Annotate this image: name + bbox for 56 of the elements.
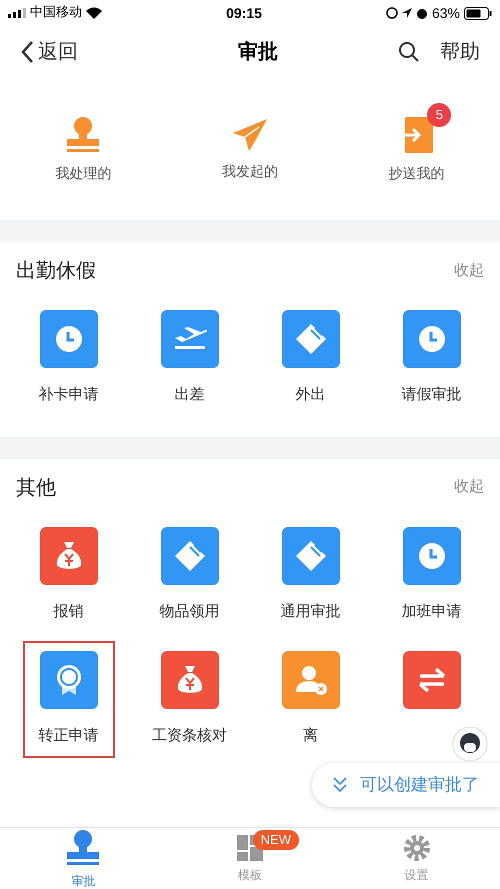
help-button[interactable]: 帮助 [440, 37, 480, 67]
page-title: 审批 [238, 40, 278, 65]
app-tile[interactable] [40, 526, 98, 584]
app-tile[interactable] [160, 651, 218, 709]
signal-icon [8, 8, 26, 18]
tile-label: 补卡申请 [38, 385, 98, 405]
clock-icon [416, 324, 446, 354]
quick-entry[interactable]: 我发起的 [222, 116, 278, 182]
app-tile[interactable] [402, 651, 460, 709]
tile-label: 外出 [296, 385, 326, 405]
paper-plane-icon [230, 116, 269, 152]
quick-entry[interactable]: 我处理的 [55, 114, 112, 184]
clock-time: 09:15 [226, 4, 262, 22]
app-tile[interactable] [402, 310, 460, 368]
section-title: 出勤休假 [16, 259, 96, 284]
tile-label: 离 [303, 726, 318, 746]
wifi-icon [86, 7, 102, 19]
app-tile[interactable] [40, 651, 98, 709]
tag-icon [294, 322, 328, 356]
tile-label: 请假审批 [402, 385, 462, 405]
settings-icon [402, 834, 431, 862]
new-badge: NEW [252, 830, 299, 850]
clock-icon [416, 540, 446, 570]
back-button[interactable]: 返回 [20, 37, 78, 67]
search-icon[interactable] [398, 41, 420, 63]
tile-label: 转正申请 [38, 726, 98, 746]
clock-icon [54, 324, 84, 354]
collapse-link[interactable]: 收起 [454, 476, 484, 499]
tile-label: 工资条核对 [152, 726, 227, 746]
double-chevron-down-icon [332, 776, 348, 794]
carrier-name: 中国移动 [30, 4, 82, 22]
customer-service-icon[interactable] [452, 726, 488, 762]
app-tile[interactable] [40, 310, 98, 368]
count-badge: 5 [427, 102, 452, 126]
toast-text: 可以创建审批了 [360, 774, 479, 796]
tile-label: 加班申请 [402, 602, 462, 622]
tile-label: 物品领用 [160, 602, 220, 622]
app-tile[interactable] [160, 526, 218, 584]
app-tile[interactable] [402, 526, 460, 584]
tile-label: 报销 [54, 602, 84, 622]
tag-icon [172, 538, 206, 572]
app-tile[interactable] [282, 526, 340, 584]
app-tile[interactable] [160, 310, 218, 368]
app-tile[interactable] [282, 310, 340, 368]
tile-label: 出差 [174, 385, 204, 405]
person-remove-icon [294, 664, 328, 696]
app-tile[interactable] [282, 651, 340, 709]
battery-icon [464, 6, 492, 20]
collapse-link[interactable]: 收起 [454, 260, 484, 282]
back-chevron-icon [20, 40, 34, 64]
tile-label: 通用审批 [280, 602, 340, 622]
tag-icon [294, 538, 328, 572]
battery-percent: 63% [432, 4, 460, 22]
section-title: 其他 [16, 476, 56, 500]
status-icons [386, 7, 428, 19]
tab[interactable]: 审批 [63, 828, 104, 889]
